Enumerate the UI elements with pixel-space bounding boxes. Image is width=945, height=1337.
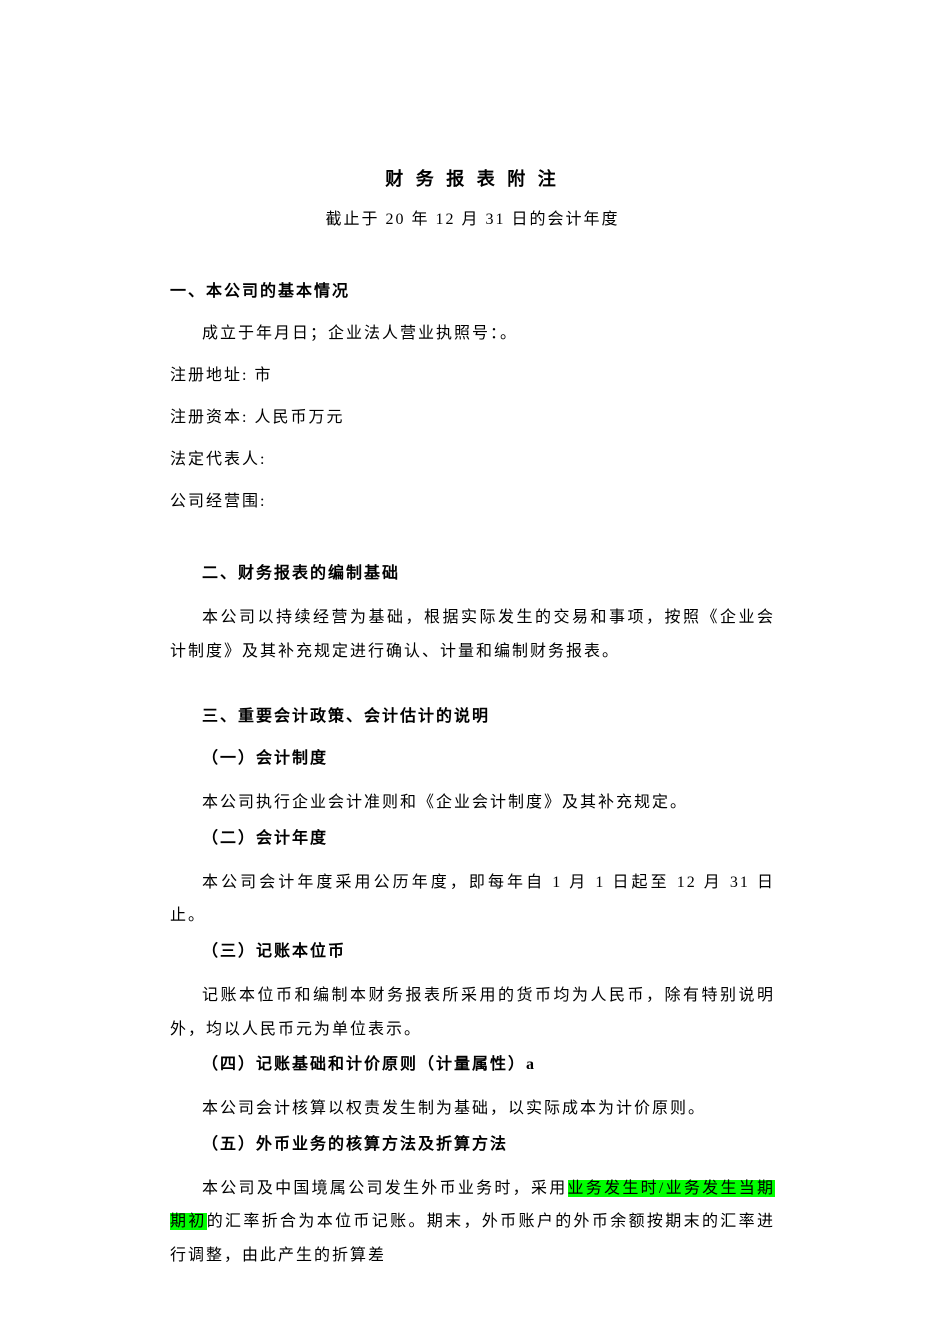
- s3-rule-4-heading: （四）记账基础和计价原则（计量属性）a: [170, 1050, 775, 1074]
- section-1-heading: 一、本公司的基本情况: [170, 277, 775, 301]
- s3-rule-1-para: 本公司执行企业会计准则和《企业会计制度》及其补充规定。: [170, 786, 775, 820]
- section-3-heading: 三、重要会计政策、会计估计的说明: [170, 702, 775, 726]
- section-2-heading: 二、财务报表的编制基础: [170, 559, 775, 583]
- s3-rule-5-post: 的汇率折合为本位币记账。期末，外币账户的外币余额按期末的汇率进行调整，由此产生的…: [170, 1213, 775, 1264]
- document-page: 财 务 报 表 附 注 截止于 20 年 12 月 31 日的会计年度 一、本公…: [0, 0, 945, 1273]
- s3-rule-3-heading: （三）记账本位币: [170, 937, 775, 961]
- s3-rule-2-para: 本公司会计年度采用公历年度，即每年自 1 月 1 日起至 12 月 31 日止。: [170, 866, 775, 933]
- s3-rule-5-heading: （五）外币业务的核算方法及折算方法: [170, 1130, 775, 1154]
- s1-legal-rep: 法定代表人:: [170, 445, 775, 469]
- s3-rule-3-para: 记账本位币和编制本财务报表所采用的货币均为人民币，除有特别说明外，均以人民币元为…: [170, 979, 775, 1046]
- s1-address: 注册地址: 市: [170, 361, 775, 385]
- s3-rule-5-pre: 本公司及中国境属公司发生外币业务时，采用: [202, 1180, 568, 1197]
- section-2-paragraph: 本公司以持续经营为基础，根据实际发生的交易和事项，按照《企业会计制度》及其补充规…: [170, 601, 775, 668]
- s3-rule-1-heading: （一）会计制度: [170, 744, 775, 768]
- s3-rule-5-para: 本公司及中国境属公司发生外币业务时，采用业务发生时/业务发生当期期初的汇率折合为…: [170, 1172, 775, 1273]
- document-subtitle: 截止于 20 年 12 月 31 日的会计年度: [170, 205, 775, 229]
- s1-establishment: 成立于年月日；企业法人营业执照号：。: [170, 319, 775, 343]
- s3-rule-2-heading: （二）会计年度: [170, 824, 775, 848]
- s1-capital: 注册资本: 人民币万元: [170, 403, 775, 427]
- s1-business-scope: 公司经营围:: [170, 487, 775, 511]
- s3-rule-4-para: 本公司会计核算以权责发生制为基础，以实际成本为计价原则。: [170, 1092, 775, 1126]
- document-title: 财 务 报 表 附 注: [170, 165, 775, 191]
